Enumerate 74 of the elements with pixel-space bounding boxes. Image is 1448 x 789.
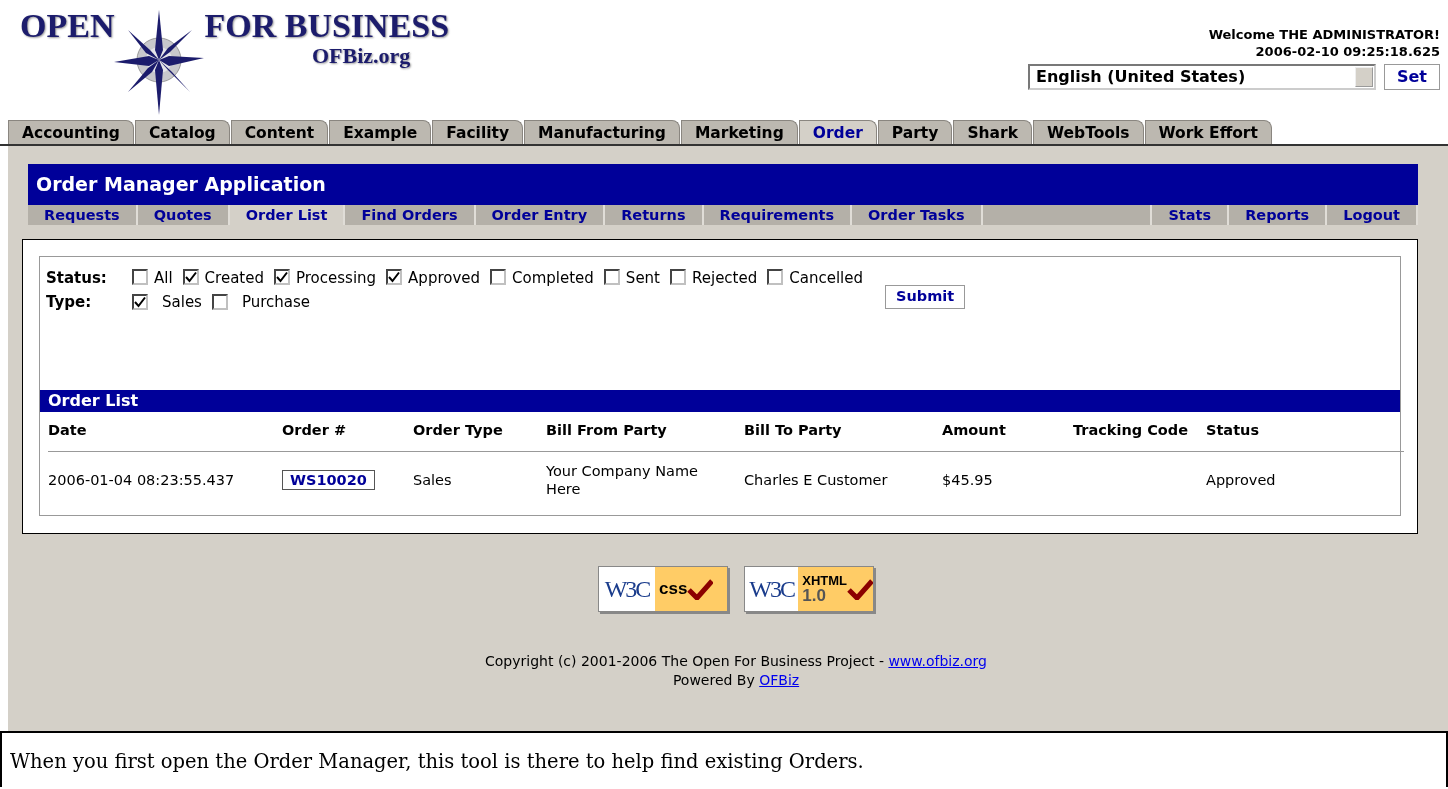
table-cell: Approved xyxy=(1206,472,1276,489)
checkbox-label: Processing xyxy=(296,267,377,289)
css-validation-badge[interactable]: W3C css xyxy=(598,565,728,612)
nav-tab[interactable]: Marketing xyxy=(680,120,798,144)
checkbox[interactable] xyxy=(132,293,148,310)
subnav-link[interactable]: Logout xyxy=(1327,204,1418,225)
checkbox[interactable] xyxy=(767,269,784,285)
nav-tab[interactable]: Example xyxy=(329,120,432,144)
checkbox-label: Sent xyxy=(625,267,660,289)
checkbox-label: Created xyxy=(204,267,264,289)
field-label: Type: xyxy=(46,292,93,313)
submit-button[interactable]: Submit xyxy=(885,284,966,309)
app-title: Order Manager Application xyxy=(28,164,1418,205)
subnav-link[interactable]: Reports xyxy=(1229,204,1328,225)
column-header: Bill From Party xyxy=(546,411,744,452)
column-header: Bill To Party xyxy=(744,411,942,452)
powered-by-text: Powered By xyxy=(672,671,755,688)
column-header: Order # xyxy=(282,411,413,452)
table-cell: Sales xyxy=(413,472,452,489)
checkbox-label: Completed xyxy=(512,267,594,289)
timestamp: 2006-02-10 09:25:18.625 xyxy=(1255,43,1440,60)
language-select[interactable]: English (United States) xyxy=(1027,64,1376,90)
checkbox-label: Purchase xyxy=(241,292,311,313)
nav-tab[interactable]: Content xyxy=(230,120,329,144)
checkbox[interactable] xyxy=(490,269,507,285)
subnav-link[interactable]: Order Tasks xyxy=(852,204,983,225)
website-link[interactable]: www.ofbiz.org xyxy=(888,652,987,669)
nav-tab[interactable]: Catalog xyxy=(134,120,230,144)
table-cell: 2006-01-04 08:23:55.437 xyxy=(48,472,235,489)
checkbox[interactable] xyxy=(670,269,686,285)
checkbox[interactable] xyxy=(182,269,199,285)
table-cell-text: Your Company Name Here xyxy=(546,462,699,499)
column-header: Tracking Code xyxy=(1073,411,1206,452)
table-cell: Charles E Customer xyxy=(744,472,888,489)
subnav-link[interactable]: Order Entry xyxy=(475,204,606,225)
subnav-link[interactable]: Find Orders xyxy=(345,204,476,225)
subnav-link[interactable]: Returns xyxy=(605,204,704,225)
checkbox-label: All xyxy=(154,267,173,289)
subnav-link[interactable]: Requests xyxy=(28,204,138,225)
set-button[interactable]: Set xyxy=(1383,64,1440,90)
nav-tab[interactable]: WebTools xyxy=(1033,120,1144,144)
checkbox-label: Rejected xyxy=(692,267,758,289)
ofbiz-link[interactable]: OFBiz xyxy=(759,671,800,688)
section-title: Order List xyxy=(40,389,1400,412)
logo-text: FOR BUSINESS xyxy=(204,8,450,43)
nav-tab[interactable]: Order xyxy=(798,120,877,144)
column-header: Order Type xyxy=(413,411,546,452)
logo-subtitle: OFBiz.org xyxy=(312,42,412,70)
checkbox[interactable] xyxy=(132,269,148,285)
table-cell: $45.95 xyxy=(942,472,993,489)
checkbox[interactable] xyxy=(386,269,403,285)
order-link-button[interactable]: WS10020 xyxy=(282,470,375,491)
nav-tab[interactable]: Party xyxy=(877,120,953,144)
subnav-link[interactable]: Requirements xyxy=(703,204,853,225)
copyright-text: Copyright (c) 2001-2006 The Open For Business Project - xyxy=(485,652,884,669)
checkbox[interactable] xyxy=(274,269,290,285)
logo-text: OPEN xyxy=(20,8,115,43)
caption-text: When you first open the Order Manager, this tool is there to help find existing Orders. xyxy=(10,750,864,773)
subnav-link[interactable]: Stats xyxy=(1152,204,1230,225)
checkbox[interactable] xyxy=(211,293,228,310)
nav-tab[interactable]: Work Effort xyxy=(1144,120,1272,144)
checkbox-label: Approved xyxy=(408,267,481,289)
nav-tab[interactable]: Facility xyxy=(432,120,524,144)
nav-tab[interactable]: Accounting xyxy=(8,120,134,144)
welcome-text: Welcome THE ADMINISTRATOR! xyxy=(1208,26,1440,43)
column-header: Date xyxy=(48,411,282,452)
nav-tab[interactable]: Shark xyxy=(953,120,1032,144)
checkbox-label: Cancelled xyxy=(789,267,863,289)
nav-tab[interactable]: Manufacturing xyxy=(524,120,680,144)
column-header: Status xyxy=(1206,411,1404,452)
column-header: Amount xyxy=(942,411,1073,452)
field-label: Status: xyxy=(46,267,108,289)
checkbox-label: Sales xyxy=(162,292,202,313)
checkbox[interactable] xyxy=(603,269,620,285)
